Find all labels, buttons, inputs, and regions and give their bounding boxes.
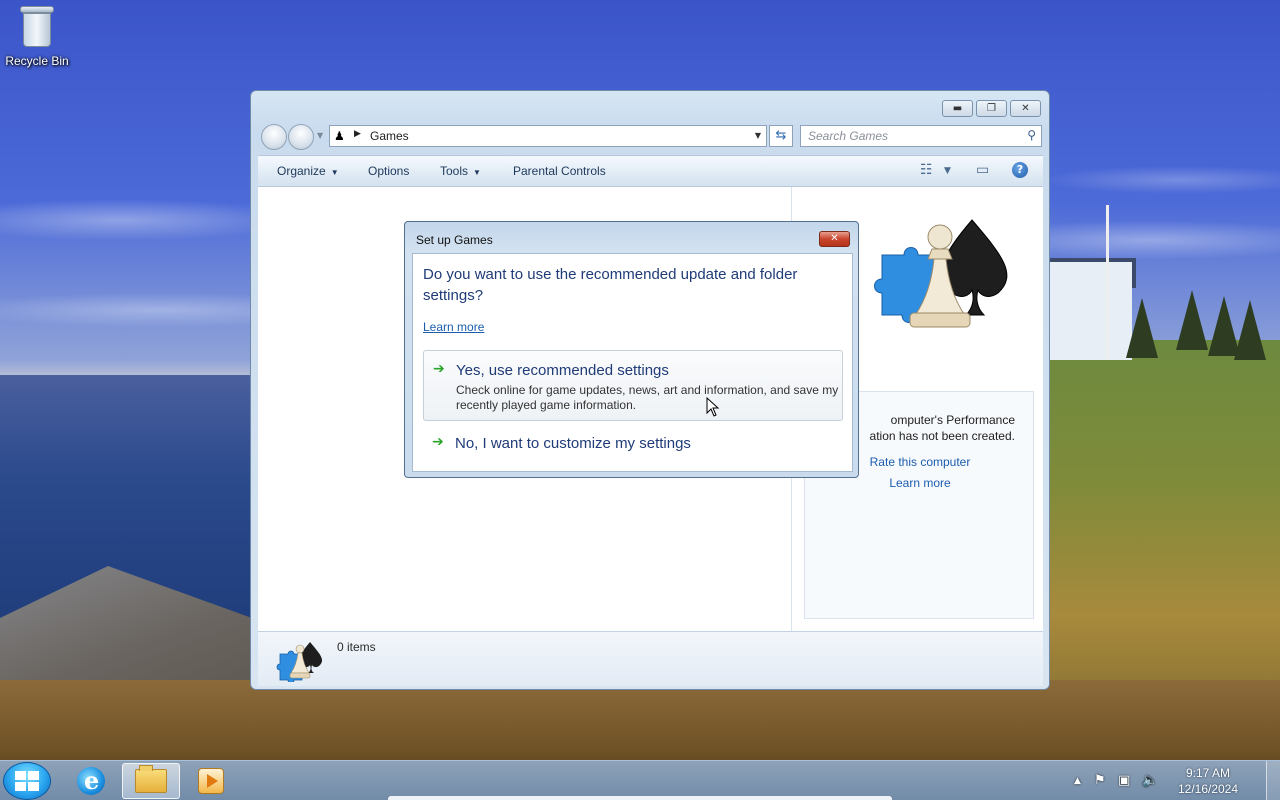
mouse-cursor-icon [706,397,720,417]
recycle-bin-icon [20,6,54,48]
tree [1126,298,1158,358]
set-up-games-dialog: Set up Games ✕ Do you want to use the re… [404,221,859,478]
caption-buttons: ▬ ❐ ✕ [942,100,1041,117]
house [1050,262,1132,360]
minimize-icon: ▬ [952,103,963,114]
flag-pole [1106,205,1109,360]
volume-icon[interactable]: 🔈 [1142,773,1158,788]
ie-icon [77,766,105,795]
taskbar-media-player[interactable] [182,763,240,799]
view-options-icon[interactable]: ☷ [920,162,933,178]
network-icon[interactable]: ▣ [1118,773,1130,788]
desktop-icon-label: Recycle Bin [5,54,69,68]
address-bar[interactable]: ♟ ▶ Games ▼ [329,125,767,147]
organize-label: Organize [277,164,326,178]
clock-time: 9:17 AM [1185,766,1231,780]
folder-icon [135,765,167,793]
bottom-edge-panel [388,796,892,800]
organize-menu[interactable]: Organize ▼ [277,164,339,178]
show-desktop-button[interactable] [1266,761,1280,800]
learn-more-link[interactable]: Learn more [805,476,1035,490]
item-count: 0 items [337,640,376,654]
options-label: Options [368,164,410,178]
dialog-title: Set up Games [416,233,493,247]
close-icon: ✕ [830,233,839,244]
system-tray: ▲ ⚑ ▣ 🔈 9:17 AM 12/16/2024 [1070,761,1260,800]
clock[interactable]: 9:17 AM 12/16/2024 [1168,765,1248,797]
dialog-body: Do you want to use the recommended updat… [412,253,853,472]
forward-button[interactable] [288,124,314,150]
green-arrow-icon: ➔ [432,434,444,450]
address-dropdown-chevron-down-icon[interactable]: ▼ [755,131,761,140]
games-folder-icon: ♟ [334,129,345,143]
start-button[interactable] [0,761,54,800]
dialog-learn-more-link[interactable]: Learn more [423,320,484,334]
tree [1234,300,1266,360]
recent-pages-chevron-down-icon[interactable]: ▼ [317,131,323,140]
games-chess-puzzle-icon [276,642,322,682]
search-icon[interactable]: ⚲ [1027,128,1036,142]
windows-logo-icon [15,771,39,791]
option-title: No, I want to customize my settings [455,435,691,452]
chevron-down-icon: ▼ [330,168,339,177]
taskbar-internet-explorer[interactable] [62,763,120,799]
close-button[interactable]: ✕ [1010,100,1041,117]
maximize-button[interactable]: ❐ [976,100,1007,117]
close-icon: ✕ [1021,103,1030,114]
options-button[interactable]: Options [368,164,409,178]
tools-menu[interactable]: Tools ▼ [440,164,481,178]
view-chevron-down-icon[interactable]: ▼ [944,166,951,176]
chevron-down-icon: ▼ [473,168,481,177]
tree [1176,290,1208,350]
command-bar: Organize ▼ Options Tools ▼ Parental Contro… [258,155,1043,187]
search-input[interactable]: Search Games ⚲ [800,125,1042,147]
breadcrumb-separator-icon[interactable]: ▶ [354,129,361,139]
tools-label: Tools [440,164,469,178]
show-hidden-icons-chevron-up-icon[interactable]: ▲ [1074,776,1081,786]
restore-icon: ❐ [987,103,996,114]
customize-settings-option[interactable]: ➔ No, I want to customize my settings [423,424,843,462]
search-placeholder: Search Games [808,129,889,143]
minimize-button[interactable]: ▬ [942,100,973,117]
navigation-bar: ▼ ♟ ▶ Games ▼ ⇆ Search Games ⚲ [259,123,1043,150]
back-button[interactable] [261,124,287,150]
option-title: Yes, use recommended settings [456,362,669,379]
green-arrow-icon: ➔ [433,361,445,377]
details-pane: 0 items [258,631,1043,686]
option-description: Check online for game updates, news, art… [456,383,839,412]
clock-date: 12/16/2024 [1177,782,1239,796]
media-player-icon [198,768,224,794]
dialog-question: Do you want to use the recommended updat… [423,266,798,304]
refresh-icon: ⇆ [775,128,787,143]
refresh-button[interactable]: ⇆ [769,125,793,147]
breadcrumb-games[interactable]: Games [370,129,409,143]
taskbar-windows-explorer[interactable] [122,763,180,799]
preview-pane-icon[interactable]: ▭ [976,162,989,178]
games-chess-puzzle-icon [874,219,1008,328]
help-icon[interactable]: ? [1012,162,1028,178]
parental-controls-button[interactable]: Parental Controls [513,164,606,178]
desktop-icon-recycle-bin[interactable]: Recycle Bin [4,6,70,76]
action-center-flag-icon[interactable]: ⚑ [1094,773,1106,788]
use-recommended-settings-option[interactable]: ➔ Yes, use recommended settings Check on… [423,350,843,421]
taskbar: ▲ ⚑ ▣ 🔈 9:17 AM 12/16/2024 [0,760,1280,800]
dialog-close-button[interactable]: ✕ [819,231,850,247]
parental-controls-label: Parental Controls [513,164,606,178]
